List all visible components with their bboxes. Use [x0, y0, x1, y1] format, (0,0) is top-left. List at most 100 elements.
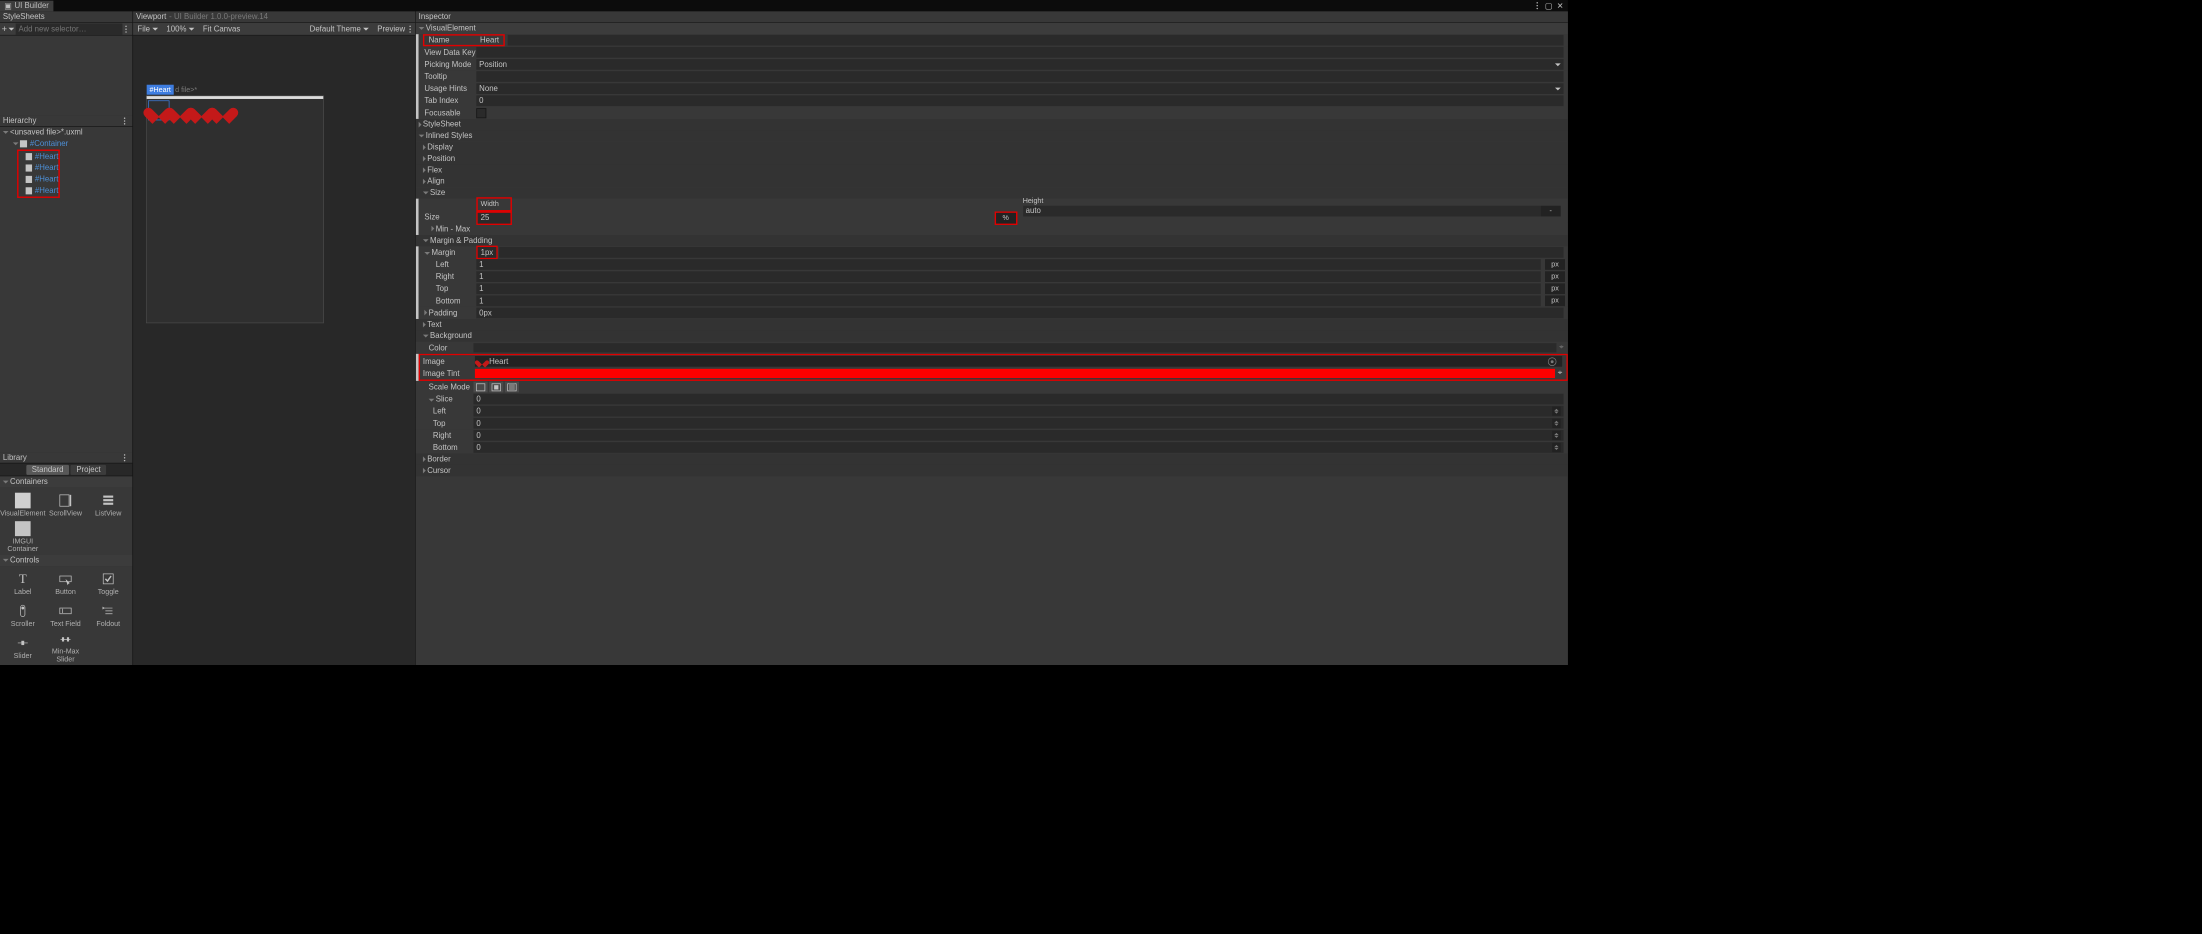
eyedropper-icon[interactable]: ⌖	[1559, 343, 1563, 352]
chevron-down-icon[interactable]	[3, 131, 9, 134]
fit-canvas-button[interactable]: Fit Canvas	[199, 25, 245, 34]
margin-label[interactable]: Margin	[423, 248, 476, 257]
lib-imgui[interactable]: IMGUI Container	[1, 521, 44, 553]
lib-minmax-slider[interactable]: Min-Max Slider	[44, 632, 87, 664]
slice-bottom-input[interactable]: 0	[473, 442, 1563, 453]
unit-px[interactable]: px	[1545, 283, 1565, 294]
lib-textfield[interactable]: Text Field	[44, 600, 87, 632]
hierarchy-heart-2[interactable]: #Heart	[19, 162, 59, 173]
kebab-menu-icon[interactable]	[1536, 2, 1537, 9]
hierarchy-heart-4[interactable]: #Heart	[19, 185, 59, 196]
lib-label[interactable]: TLabel	[1, 567, 44, 599]
section-background[interactable]: Background	[416, 330, 1568, 341]
unit-px[interactable]: px	[1545, 259, 1565, 270]
lib-visual-element[interactable]: VisualElement	[1, 489, 44, 521]
section-flex[interactable]: Flex	[416, 164, 1568, 175]
spinner-icon[interactable]	[1552, 407, 1561, 416]
padding-label[interactable]: Padding	[423, 309, 476, 318]
slice-right-input[interactable]: 0	[473, 430, 1563, 441]
eyedropper-icon[interactable]: ⌖	[1558, 369, 1562, 378]
padding-value[interactable]: 0px	[476, 308, 1563, 319]
hierarchy-heart-3[interactable]: #Heart	[19, 174, 59, 185]
object-picker-icon[interactable]	[1548, 357, 1557, 366]
kebab-menu-icon[interactable]	[409, 25, 410, 32]
lib-listview[interactable]: ListView	[87, 489, 130, 521]
scale-mode-stretch[interactable]	[473, 382, 487, 393]
height-unit[interactable]: -	[1541, 205, 1561, 216]
heart-element[interactable]	[213, 101, 233, 120]
height-input[interactable]: auto	[1023, 205, 1541, 216]
slice-value[interactable]: 0	[473, 394, 1563, 405]
unit-px[interactable]: px	[1545, 295, 1565, 306]
kebab-menu-icon[interactable]	[125, 25, 126, 32]
name-value[interactable]: Heart	[480, 36, 499, 45]
lib-button[interactable]: Button	[44, 567, 87, 599]
chevron-down-icon[interactable]	[13, 142, 19, 145]
picking-mode-value[interactable]: Position	[476, 59, 1563, 70]
section-inlined-styles[interactable]: Inlined Styles	[416, 130, 1568, 141]
margin-value[interactable]: 1px	[478, 247, 497, 258]
viewport-canvas-area[interactable]: #Heart d file>*	[133, 36, 415, 665]
hierarchy-root[interactable]: <unsaved file>*.uxml	[0, 127, 132, 138]
canvas-selection-tag[interactable]: #Heart	[147, 85, 174, 95]
margin-right-input[interactable]: 1	[476, 271, 1540, 282]
section-margin-padding[interactable]: Margin & Padding	[416, 235, 1568, 246]
bg-color-swatch[interactable]: ⌖	[473, 342, 1563, 353]
section-position[interactable]: Position	[416, 153, 1568, 164]
margin-left-input[interactable]: 1	[476, 259, 1540, 270]
lib-slider[interactable]: Slider	[1, 632, 44, 664]
spinner-icon[interactable]	[1552, 443, 1561, 452]
bg-image-field[interactable]: Heart	[475, 356, 1562, 367]
close-icon[interactable]: ✕	[1555, 1, 1565, 11]
scale-mode-crop[interactable]	[489, 382, 503, 393]
hierarchy-heart-1[interactable]: #Heart	[19, 151, 59, 162]
unit-px[interactable]: px	[1545, 271, 1565, 282]
section-visual-element[interactable]: VisualElement	[416, 23, 1568, 34]
lib-foldout[interactable]: Foldout	[87, 600, 130, 632]
tab-standard[interactable]: Standard	[26, 465, 69, 475]
kebab-menu-icon[interactable]	[124, 454, 125, 461]
preview-button[interactable]: Preview	[373, 25, 409, 34]
file-menu[interactable]: File	[133, 25, 162, 34]
add-stylesheet-button[interactable]: +	[1, 23, 7, 34]
focusable-checkbox[interactable]	[476, 108, 486, 118]
tooltip-input[interactable]	[476, 71, 1563, 82]
section-display[interactable]: Display	[416, 142, 1568, 153]
bg-tint-swatch[interactable]: ⌖	[475, 368, 1562, 379]
view-data-key-input[interactable]	[476, 47, 1563, 58]
chevron-down-icon[interactable]	[9, 27, 15, 30]
name-input[interactable]	[508, 35, 1564, 46]
window-title-tab[interactable]: ▣ UI Builder	[0, 0, 53, 11]
lib-scroller[interactable]: Scroller	[1, 600, 44, 632]
spinner-icon[interactable]	[1552, 419, 1561, 428]
usage-hints-value[interactable]: None	[476, 83, 1563, 94]
slice-top-input[interactable]: 0	[473, 418, 1563, 429]
section-align[interactable]: Align	[416, 176, 1568, 187]
minmax-label[interactable]: Min - Max	[423, 225, 476, 234]
scale-mode-fit[interactable]	[505, 382, 519, 393]
width-unit[interactable]: %	[996, 213, 1016, 224]
tab-index-input[interactable]: 0	[476, 95, 1563, 106]
canvas[interactable]: #Heart d file>*	[146, 95, 324, 323]
margin-top-input[interactable]: 1	[476, 283, 1540, 294]
selector-input[interactable]	[16, 23, 123, 34]
hierarchy-container[interactable]: #Container	[0, 138, 132, 149]
section-cursor[interactable]: Cursor	[416, 465, 1568, 476]
zoom-level[interactable]: 100%	[162, 25, 198, 34]
section-stylesheet[interactable]: StyleSheet	[416, 119, 1568, 130]
margin-bottom-input[interactable]: 1	[476, 295, 1540, 306]
slice-left-input[interactable]: 0	[473, 406, 1563, 417]
theme-dropdown[interactable]: Default Theme	[305, 25, 373, 34]
library-containers-head[interactable]: Containers	[0, 476, 132, 487]
section-border[interactable]: Border	[416, 454, 1568, 465]
width-input[interactable]: 25	[478, 213, 511, 224]
maximize-icon[interactable]: ▢	[1544, 1, 1554, 11]
tab-project[interactable]: Project	[71, 465, 107, 475]
lib-scrollview[interactable]: ScrollView	[44, 489, 87, 521]
kebab-menu-icon[interactable]	[124, 117, 125, 124]
library-controls-head[interactable]: Controls	[0, 555, 132, 566]
section-text[interactable]: Text	[416, 319, 1568, 330]
slice-label[interactable]: Slice	[420, 395, 473, 404]
lib-toggle[interactable]: Toggle	[87, 567, 130, 599]
spinner-icon[interactable]	[1552, 431, 1561, 440]
